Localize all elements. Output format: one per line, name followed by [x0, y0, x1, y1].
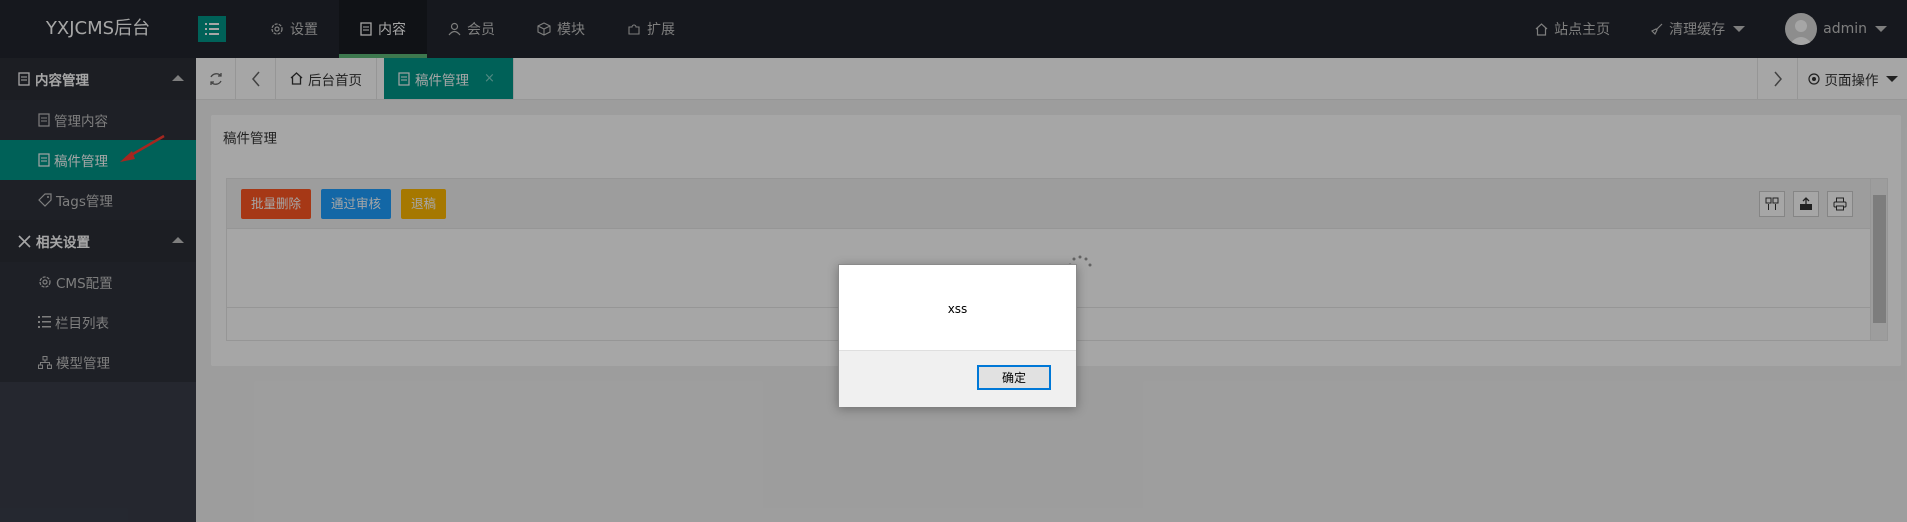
ok-button[interactable]: 确定 — [977, 365, 1051, 390]
alert-message: xss — [947, 302, 968, 316]
alert-dialog: xss 确定 — [838, 264, 1077, 407]
modal-overlay — [0, 0, 1907, 522]
alert-footer: 确定 — [839, 350, 1076, 407]
